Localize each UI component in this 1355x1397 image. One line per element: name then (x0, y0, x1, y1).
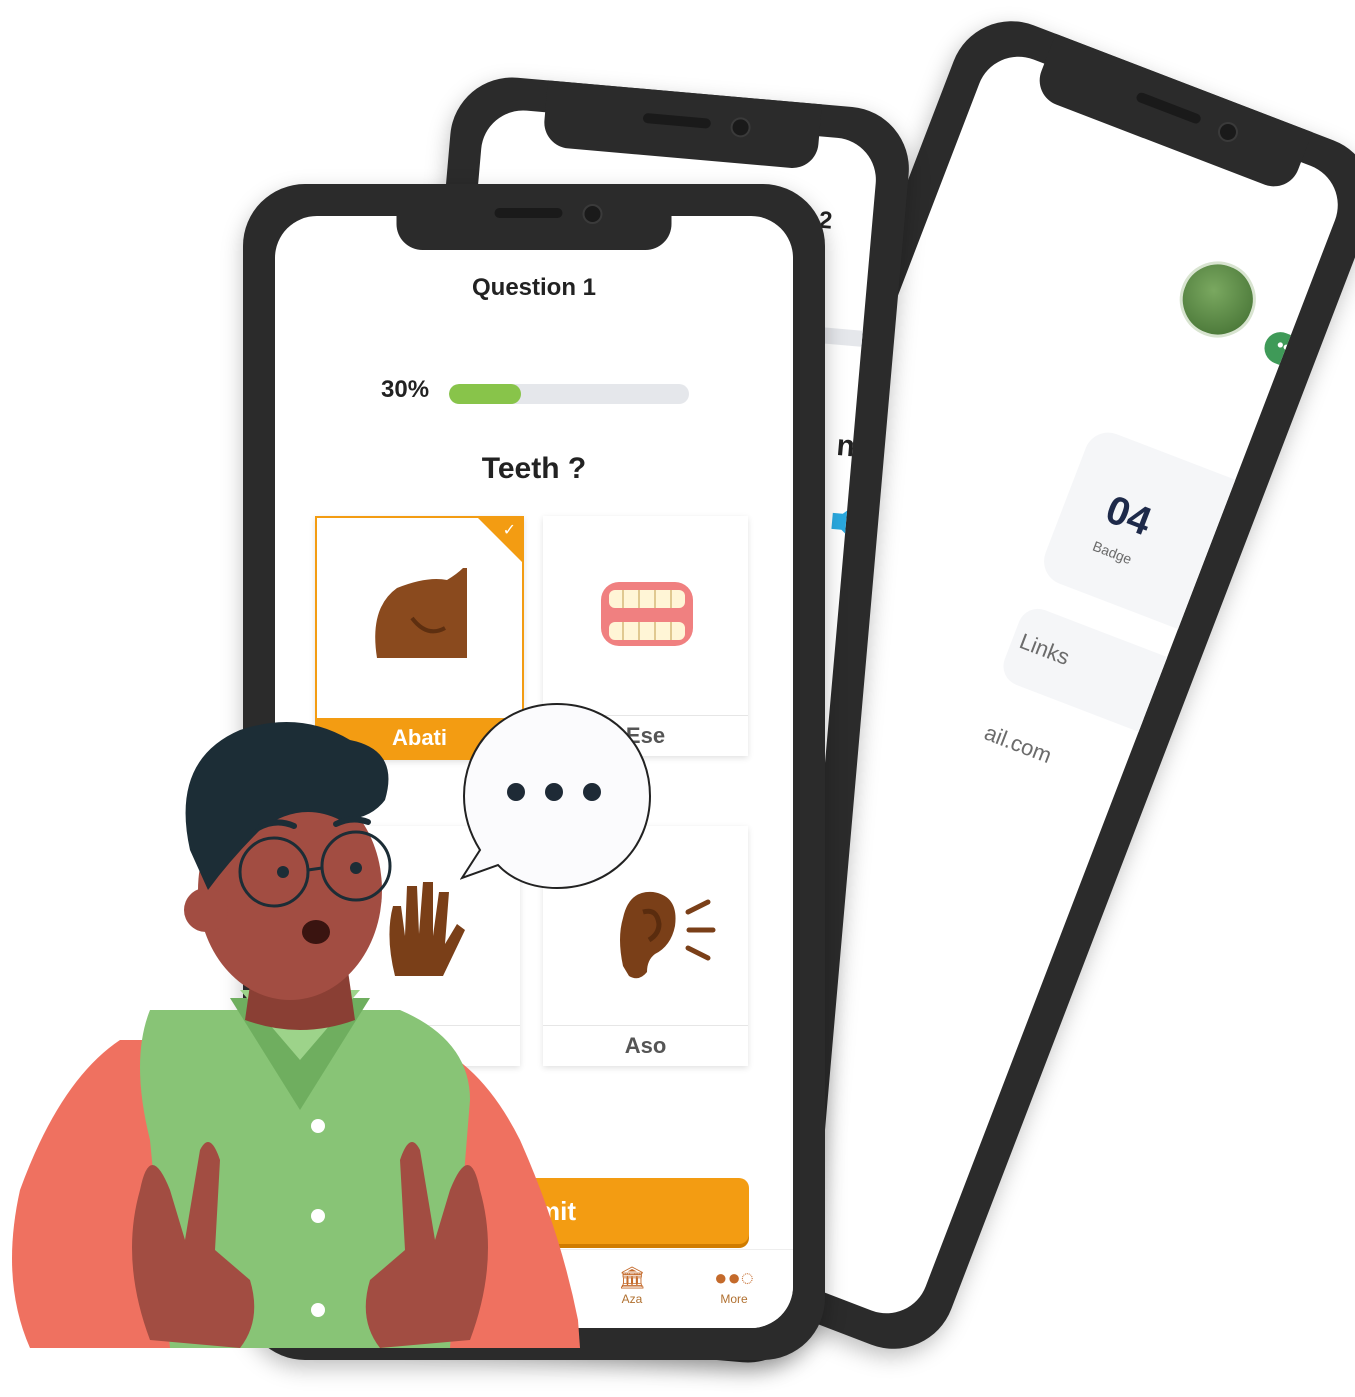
check-icon: ✓ (502, 522, 516, 539)
avatar[interactable] (1168, 250, 1267, 349)
links-card[interactable]: Links (997, 602, 1190, 741)
badge-label: Badge (1090, 537, 1135, 568)
tab-label: More (720, 1292, 748, 1306)
divider: = (829, 850, 845, 877)
tab-label: Aza (621, 1292, 643, 1306)
email-text: ail.com (981, 719, 1056, 769)
typing-dot (507, 783, 525, 801)
speech-bubble (460, 702, 652, 890)
speaker-icon[interactable] (828, 499, 872, 546)
badge-card: 04 Badge (1037, 425, 1258, 638)
chat-bubble-icon[interactable]: ••• (1259, 327, 1311, 373)
phone-notch (396, 184, 672, 250)
progress-label: 30% (381, 376, 430, 403)
more-icon: ●●◌ (714, 1265, 754, 1290)
bank-icon: 🏛 (618, 1265, 646, 1290)
typing-dot (545, 783, 563, 801)
links-label: Links (1016, 628, 1074, 671)
progress-bar (449, 384, 689, 404)
teeth-icon (543, 516, 748, 714)
progress-fill (449, 384, 521, 404)
question-text: Teeth ? (481, 452, 587, 485)
tab-aza[interactable]: 🏛 Aza (597, 1264, 667, 1306)
page-title: Question 1 (471, 274, 597, 301)
tab-more[interactable]: ●●◌ More (699, 1264, 769, 1306)
badge-count: 04 (1099, 487, 1158, 545)
sentence-heading: nce (835, 429, 880, 467)
typing-dot (583, 783, 601, 801)
